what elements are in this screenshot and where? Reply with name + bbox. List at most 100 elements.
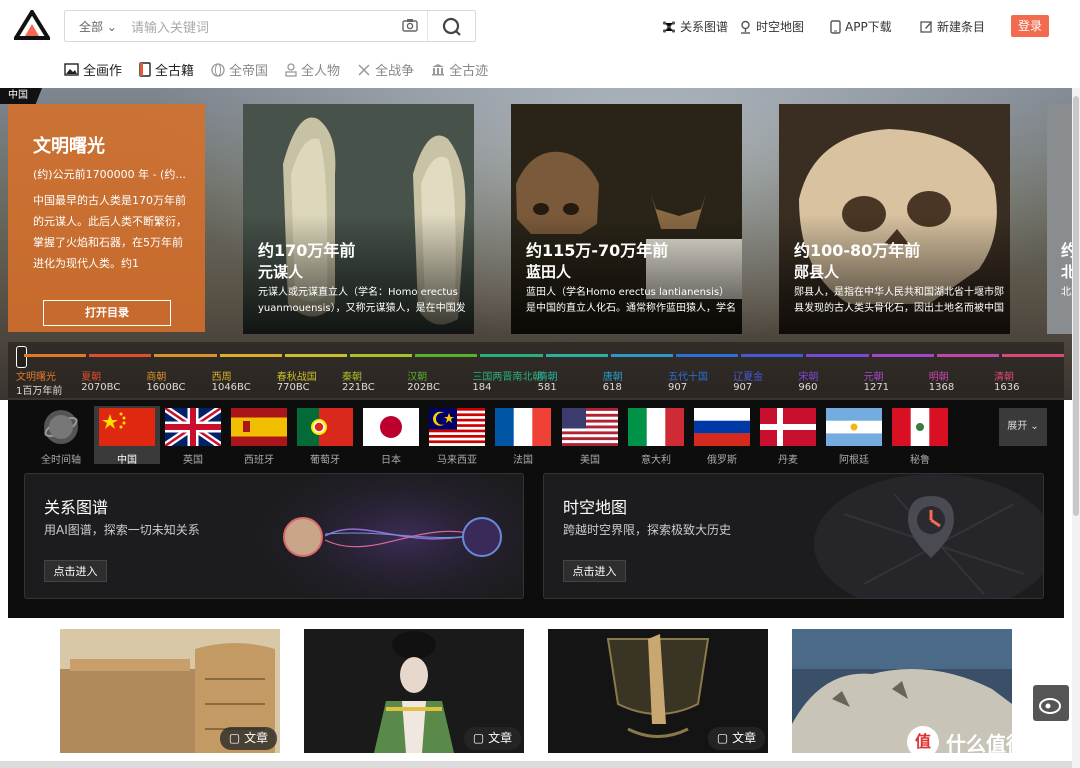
timeline-segment[interactable]: [89, 354, 152, 357]
category-wars[interactable]: 全战争: [357, 60, 414, 79]
timeline-dynasty-label[interactable]: 五代十国: [668, 368, 708, 383]
temple-icon: [432, 64, 445, 76]
category-paintings[interactable]: 全画作: [64, 60, 122, 79]
painting-icon: [64, 63, 79, 76]
category-nav: 全画作 全古籍 全帝国 全人物 全战争 全古迹: [64, 60, 505, 79]
category-label: 全人物: [301, 64, 341, 79]
dynasty-timeline[interactable]: 文明曙光 1百万年前 夏朝 2070BC 商朝 1600BC 西周 1046BC 春秋战国 770…: [8, 342, 1065, 398]
globe-icon: [44, 410, 78, 444]
country-filter-spain[interactable]: 西班牙: [226, 406, 292, 466]
expand-countries-button[interactable]: 展开 ⌄: [999, 408, 1047, 446]
bottom-bar: [0, 761, 1072, 768]
event-description: 蓝田人（学名Homo erectus lantianensis）是中国的直立人化…: [526, 287, 736, 314]
article-card[interactable]: ▢ 文章: [304, 629, 524, 753]
timeline-segment[interactable]: [219, 354, 282, 357]
country-label: 丹麦: [778, 455, 798, 466]
country-filter-japan[interactable]: 日本: [358, 406, 424, 466]
country-filter-usa[interactable]: 美国: [557, 406, 623, 466]
nav-space-time-map[interactable]: 时空地图: [739, 18, 804, 35]
search-scope-select[interactable]: 全部 ⌄: [79, 18, 117, 35]
timeline-dynasty-label[interactable]: 西周: [212, 368, 232, 383]
country-filter-globe[interactable]: 全时间轴: [28, 406, 94, 466]
country-filter-china[interactable]: 中国: [94, 406, 160, 466]
timeline-dynasty-label[interactable]: 明朝: [929, 368, 949, 383]
country-label: 马来西亚: [437, 455, 477, 466]
article-card[interactable]: ▢ 文章: [60, 629, 280, 753]
timeline-dynasty-label[interactable]: 宋朝: [798, 368, 818, 383]
timeline-dynasty-label[interactable]: 辽夏金: [733, 368, 763, 383]
timeline-segment[interactable]: [350, 354, 413, 357]
timeline-segment[interactable]: [1002, 354, 1065, 357]
login-button[interactable]: 登录: [1011, 15, 1049, 37]
enter-button[interactable]: 点击进入: [44, 560, 107, 582]
timeline-segment[interactable]: [154, 354, 217, 357]
category-ancient-books[interactable]: 全古籍: [139, 60, 194, 79]
nav-new-entry[interactable]: 新建条目: [920, 18, 985, 35]
flag-denmark-icon: [760, 408, 816, 446]
timeline-segment[interactable]: [676, 354, 739, 357]
timeline-year: 202BC: [407, 382, 440, 393]
country-filter-peru[interactable]: 秘鲁: [887, 406, 953, 466]
category-people[interactable]: 全人物: [285, 60, 340, 79]
timeline-segment[interactable]: [871, 354, 934, 357]
timeline-year: 2070BC: [81, 382, 121, 393]
timeline-dynasty-label[interactable]: 唐朝: [603, 368, 623, 383]
site-logo[interactable]: [14, 10, 50, 40]
event-card[interactable]: 约100-80万年前 郧县人 郧县人，是指在中华人民共和国湖北省十堰市郧县发现的…: [779, 104, 1010, 334]
country-filter-argentina[interactable]: 阿根廷: [821, 406, 887, 466]
country-filter-russia[interactable]: 俄罗斯: [689, 406, 755, 466]
timeline-dynasty-label[interactable]: 春秋战国: [277, 368, 317, 383]
timeline-segment[interactable]: [24, 354, 87, 357]
nav-relation-graph[interactable]: 关系图谱: [662, 18, 728, 35]
timeline-dynasty-label[interactable]: 夏朝: [81, 368, 101, 383]
camera-icon[interactable]: [402, 18, 418, 32]
event-name: 北: [1061, 263, 1072, 281]
article-card[interactable]: ▢ 文章: [548, 629, 768, 753]
timeline-dynasty-label[interactable]: 隋朝: [538, 368, 558, 383]
event-name: 元谋人: [258, 263, 304, 281]
timeline-dynasty-label[interactable]: 商朝: [146, 368, 166, 383]
open-catalog-button[interactable]: 打开目录: [43, 300, 171, 326]
search-bar: 全部 ⌄ 请输入关键词: [64, 10, 476, 42]
timeline-dynasty-label[interactable]: 三国两晋南北朝: [472, 368, 542, 383]
timeline-year: 618: [602, 382, 622, 393]
timeline-dynasty-label[interactable]: 元朝: [864, 368, 884, 383]
timeline-segment[interactable]: [415, 354, 478, 357]
event-card[interactable]: 约 北 北京立: [1047, 104, 1072, 334]
country-filter-france[interactable]: 法国: [490, 406, 556, 466]
timeline-segment[interactable]: [284, 354, 347, 357]
country-label: 美国: [580, 455, 600, 466]
timeline-segment[interactable]: [741, 354, 804, 357]
scrollbar-thumb[interactable]: [1073, 96, 1079, 516]
nav-app-download[interactable]: APP下载: [830, 18, 892, 35]
country-filter-uk[interactable]: 英国: [160, 406, 226, 466]
category-empires[interactable]: 全帝国: [211, 60, 268, 79]
event-card[interactable]: 约170万年前 元谋人 元谋人或元谋直立人（学名：Homo erectus yu…: [243, 104, 474, 334]
search-input[interactable]: 请输入关键词: [131, 17, 209, 36]
timeline-scrubber-handle[interactable]: [16, 346, 27, 368]
country-filter-malaysia[interactable]: 马来西亚: [424, 406, 490, 466]
country-filter-denmark[interactable]: 丹麦: [755, 406, 821, 466]
event-card[interactable]: 约115万-70万年前 蓝田人 蓝田人（学名Homo erectus lanti…: [511, 104, 742, 334]
timeline-segment[interactable]: [610, 354, 673, 357]
timeline-dynasty-label[interactable]: 文明曙光: [16, 368, 56, 383]
timeline-year: 960: [798, 382, 818, 393]
search-button[interactable]: [427, 11, 475, 41]
timeline-dynasty-label[interactable]: 清朝: [994, 368, 1014, 383]
enter-button[interactable]: 点击进入: [563, 560, 626, 582]
country-filter-portugal[interactable]: 葡萄牙: [292, 406, 358, 466]
category-monuments[interactable]: 全古迹: [431, 60, 488, 79]
timeline-dynasty-label[interactable]: 秦朝: [342, 368, 362, 383]
timeline-year: 184: [472, 382, 492, 393]
weibo-share-icon[interactable]: [1033, 685, 1069, 721]
feature-relation-graph[interactable]: 关系图谱 用AI图谱，探索一切未知关系 点击进入: [24, 473, 524, 599]
graph-icon: [662, 20, 676, 33]
timeline-segment[interactable]: [806, 354, 869, 357]
timeline-dynasty-label[interactable]: 汉朝: [407, 368, 427, 383]
category-label: 全古迹: [449, 64, 489, 79]
timeline-segment[interactable]: [545, 354, 608, 357]
feature-space-time-map[interactable]: 时空地图 跨越时空界限，探索极致大历史 点击进入: [543, 473, 1044, 599]
country-filter-italy[interactable]: 意大利: [623, 406, 689, 466]
timeline-segment[interactable]: [936, 354, 999, 357]
timeline-segment[interactable]: [480, 354, 543, 357]
